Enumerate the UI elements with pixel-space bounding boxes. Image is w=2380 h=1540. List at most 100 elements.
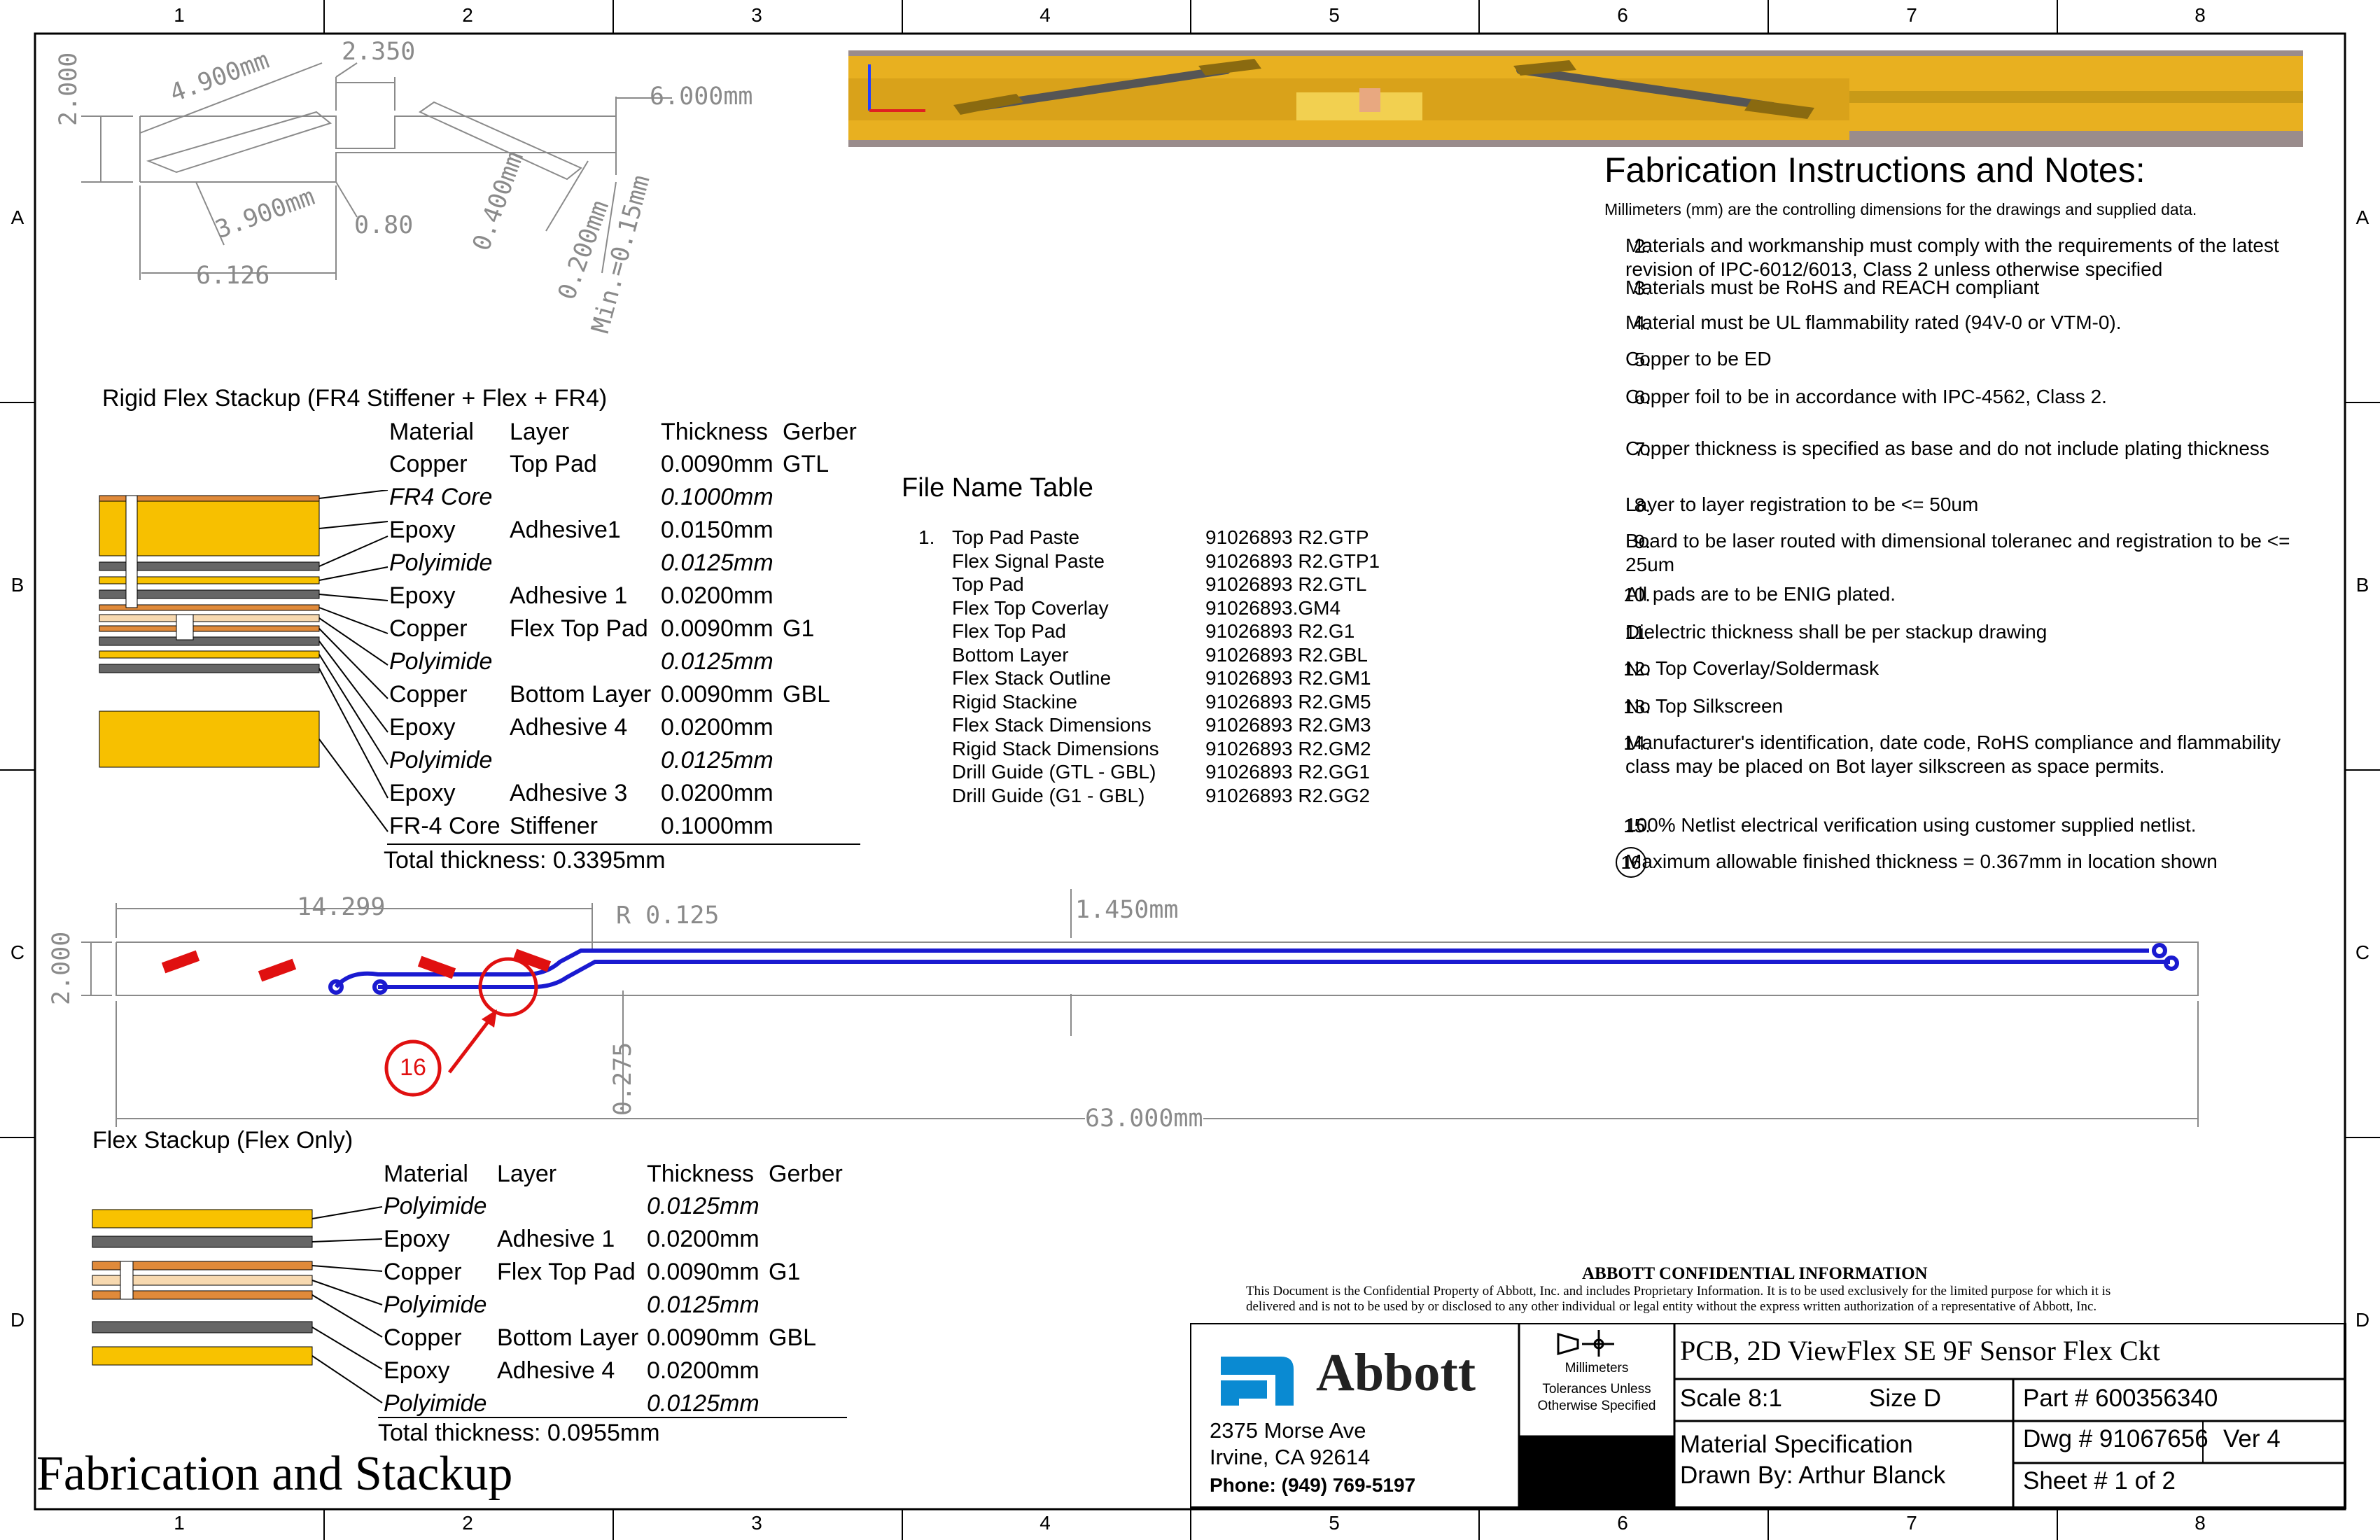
confidential-line-1: This Document is the Confidential Proper…: [1246, 1284, 2111, 1298]
file-row-filename: 91026893 R2.GTP1: [1205, 550, 1380, 572]
file-row-filename: 91026893 R2.GM2: [1205, 737, 1371, 760]
file-row-filename: 91026893 R2.GBL: [1205, 643, 1368, 666]
dim-2000-flex: 2.000: [48, 931, 76, 1005]
flex-row-material: Polyimide: [384, 1292, 487, 1318]
sheet-title: Fabrication and Stackup: [36, 1447, 513, 1501]
flex-row-layer: Bottom Layer: [497, 1324, 639, 1351]
note-text: Dielectric thickness shall be per stacku…: [1625, 621, 2047, 643]
file-row-filename: 91026893 R2.GG2: [1205, 784, 1371, 806]
flex-row-material: Polyimide: [384, 1193, 487, 1219]
company-phone: Phone: (949) 769-5197: [1210, 1474, 1416, 1496]
flex-row-thickness: 0.0125mm: [647, 1193, 760, 1219]
note-text: Board to be laser routed with dimensiona…: [1625, 530, 2290, 575]
rigid-total-thickness: Total thickness: 0.3395mm: [384, 847, 666, 874]
flex-row-material: Copper: [384, 1324, 462, 1351]
dim-6000: 6.000mm: [650, 83, 753, 111]
dim-2350: 2.350: [342, 38, 416, 66]
rigid-header-layer: Layer: [510, 419, 570, 445]
zone-col-2-top: 2: [462, 4, 473, 26]
file-row-filename: 91026893 R2.GM3: [1205, 714, 1371, 736]
zone-row-a-left: A: [10, 206, 24, 228]
file-row-name: Rigid Stack Dimensions: [952, 737, 1159, 760]
rigid-row-thickness: 0.1000mm: [661, 484, 774, 510]
zone-row-d-left: D: [10, 1309, 25, 1331]
size-label: Size D: [1869, 1385, 1942, 1412]
zone-row-a-right: A: [2356, 206, 2370, 228]
file-row-filename: 91026893 R2.GTP: [1205, 526, 1369, 548]
rigid-stackup-rule: [387, 844, 860, 845]
zone-col-1-bottom: 1: [174, 1512, 185, 1534]
rigid-row-layer: Bottom Layer: [510, 681, 652, 708]
file-row-name: Top Pad: [952, 573, 1024, 595]
rigid-row-material: Copper: [389, 451, 468, 477]
zone-col-7-top: 7: [1906, 4, 1917, 26]
flex-row-material: Copper: [384, 1259, 462, 1285]
zone-col-2-bottom: 2: [462, 1512, 473, 1534]
file-row-filename: 91026893 R2.GTL: [1205, 573, 1367, 595]
notes-title: Fabrication Instructions and Notes:: [1604, 150, 2146, 190]
dim-080: 0.80: [354, 211, 414, 239]
rigid-row-material: Epoxy: [389, 780, 456, 806]
rigid-row-material: FR4 Core: [389, 484, 493, 510]
zone-col-8-bottom: 8: [2194, 1512, 2206, 1534]
rigid-row-thickness: 0.0200mm: [661, 780, 774, 806]
flex-row-gerber: G1: [769, 1259, 801, 1285]
note-text: All pads are to be ENIG plated.: [1625, 583, 1896, 605]
rigid-row-thickness: 0.0090mm: [661, 681, 774, 708]
rigid-row-material: Polyimide: [389, 550, 493, 576]
board-3d-render: [848, 50, 2303, 147]
zone-col-6-bottom: 6: [1617, 1512, 1628, 1534]
confidential-line-2: delivered and is not to be used by or di…: [1246, 1299, 2097, 1314]
company-address-2: Irvine, CA 92614: [1210, 1445, 1371, 1469]
flex-row-thickness: 0.0090mm: [647, 1324, 760, 1351]
callout-16: 16: [400, 1054, 426, 1081]
zone-col-3-bottom: 3: [751, 1512, 762, 1534]
file-row-name: Flex Stack Outline: [952, 667, 1112, 689]
version: Ver 4: [2223, 1425, 2281, 1452]
flex-row-thickness: 0.0125mm: [647, 1292, 760, 1318]
abbott-logo-icon: [1221, 1357, 1294, 1406]
file-row-name: Flex Top Pad: [952, 620, 1066, 642]
dim-14299: 14.299: [297, 893, 386, 921]
flex-stackup-title: Flex Stackup (Flex Only): [92, 1127, 354, 1154]
zone-col-4-top: 4: [1040, 4, 1051, 26]
rigid-row-material: FR-4 Core: [389, 813, 500, 839]
flex-row-gerber: GBL: [769, 1324, 817, 1351]
zone-row-c-left: C: [10, 941, 25, 963]
rigid-row-thickness: 0.0125mm: [661, 550, 774, 576]
zone-row-b-right: B: [2356, 574, 2370, 596]
note-text: Copper foil to be in accordance with IPC…: [1625, 386, 2107, 407]
rigid-stackup-title: Rigid Flex Stackup (FR4 Stiffener + Flex…: [102, 385, 608, 412]
rigid-row-thickness: 0.0150mm: [661, 517, 774, 543]
tolerance-line-1: Tolerances Unless: [1542, 1382, 1651, 1396]
dwg-ver-divider: [2202, 1421, 2204, 1463]
rigid-row-thickness: 0.0090mm: [661, 615, 774, 642]
note-text: Materials must be RoHS and REACH complia…: [1625, 276, 2040, 298]
file-row-filename: 91026893 R2.GG1: [1205, 761, 1371, 783]
rigid-row-material: Polyimide: [389, 747, 493, 774]
rigid-header-gerber: Gerber: [783, 419, 857, 445]
scale-label: Scale 8:1: [1680, 1385, 1782, 1412]
rigid-row-thickness: 0.0125mm: [661, 747, 774, 774]
dim-2000-top: 2.000: [55, 52, 83, 126]
file-row-name: Bottom Layer: [952, 643, 1069, 666]
flex-row-thickness: 0.0200mm: [647, 1357, 760, 1384]
zone-col-4-bottom: 4: [1040, 1512, 1051, 1534]
zone-row-b-left: B: [10, 574, 24, 596]
rigid-row-thickness: 0.0090mm: [661, 451, 774, 477]
rigid-row-thickness: 0.0200mm: [661, 582, 774, 609]
zone-row-d-right: D: [2355, 1309, 2370, 1331]
drawing-title: PCB, 2D ViewFlex SE 9F Sensor Flex Ckt: [1680, 1335, 2160, 1366]
flex-stackup-rule: [378, 1417, 847, 1418]
zone-col-5-bottom: 5: [1329, 1512, 1340, 1534]
rigid-row-gerber: G1: [783, 615, 815, 642]
zone-col-8-top: 8: [2194, 4, 2206, 26]
rigid-row-layer: Adhesive 1: [510, 582, 628, 609]
file-row-name: Rigid Stackine: [952, 690, 1077, 713]
rigid-header-thickness: Thickness: [661, 419, 769, 445]
rigid-row-layer: Adhesive 3: [510, 780, 628, 806]
units-label: Millimeters: [1564, 1361, 1629, 1376]
zone-col-7-bottom: 7: [1906, 1512, 1917, 1534]
zone-col-3-top: 3: [751, 4, 762, 26]
rigid-row-material: Epoxy: [389, 714, 456, 741]
